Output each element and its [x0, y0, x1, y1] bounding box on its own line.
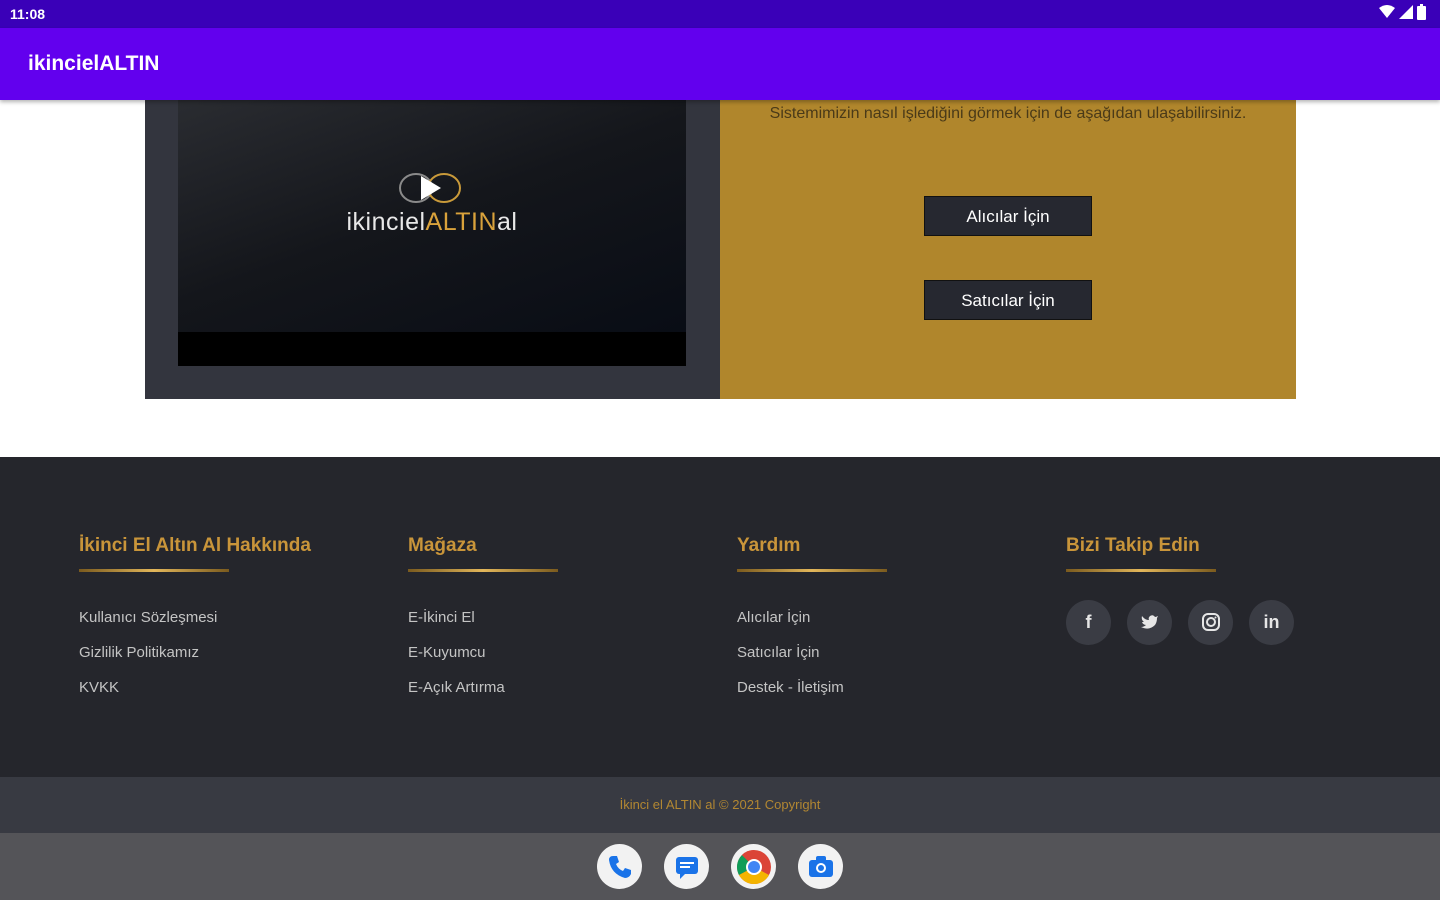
phone-icon[interactable] [597, 844, 642, 889]
footer-link-user-agreement[interactable]: Kullanıcı Sözleşmesi [79, 600, 311, 635]
footer: İkinci El Altın Al Hakkında Kullanıcı Sö… [0, 457, 1440, 777]
video-player[interactable]: ikincielALTINal [178, 100, 686, 366]
footer-link-kvkk[interactable]: KVKK [79, 670, 311, 705]
footer-about-column: İkinci El Altın Al Hakkında Kullanıcı Sö… [79, 535, 311, 705]
signal-icon [1399, 5, 1413, 19]
linkedin-icon[interactable]: in [1249, 600, 1294, 645]
video-panel: ikincielALTINal [145, 100, 720, 399]
status-time: 11:08 [10, 6, 46, 22]
footer-link-support[interactable]: Destek - İletişim [737, 670, 887, 705]
footer-follow-title: Bizi Takip Edin [1066, 535, 1200, 556]
buyers-button[interactable]: Alıcılar İçin [924, 196, 1092, 236]
footer-divider [1066, 569, 1216, 572]
footer-follow-column: Bizi Takip Edin f in [1066, 535, 1294, 645]
facebook-icon[interactable]: f [1066, 600, 1111, 645]
instagram-icon[interactable] [1188, 600, 1233, 645]
footer-help-title: Yardım [737, 535, 801, 556]
footer-link-privacy-policy[interactable]: Gizlilik Politikamız [79, 635, 311, 670]
hero-section: ikincielALTINal Sistemimizin nasıl işled… [145, 100, 1296, 399]
chrome-icon[interactable] [731, 844, 776, 889]
battery-icon [1417, 4, 1426, 20]
footer-link-e-jeweler[interactable]: E-Kuyumcu [408, 635, 558, 670]
copyright-bar: İkinci el ALTIN al © 2021 Copyright [0, 777, 1440, 833]
footer-store-column: Mağaza E-İkinci El E-Kuyumcu E-Açık Artı… [408, 535, 558, 705]
info-panel: Sistemimizin nasıl işlediğini görmek içi… [720, 100, 1296, 399]
status-bar: 11:08 [0, 0, 1440, 28]
footer-help-column: Yardım Alıcılar İçin Satıcılar İçin Dest… [737, 535, 887, 705]
footer-divider [79, 569, 229, 572]
video-controls-bar [178, 332, 686, 366]
twitter-icon[interactable] [1127, 600, 1172, 645]
camera-icon[interactable] [798, 844, 843, 889]
footer-link-e-second-hand[interactable]: E-İkinci El [408, 600, 558, 635]
footer-link-e-auction[interactable]: E-Açık Artırma [408, 670, 558, 705]
footer-divider [408, 569, 558, 572]
messages-icon[interactable] [664, 844, 709, 889]
play-icon[interactable] [390, 166, 470, 210]
system-icons [1379, 4, 1426, 20]
sellers-button[interactable]: Satıcılar İçin [924, 280, 1092, 320]
footer-link-buyers[interactable]: Alıcılar İçin [737, 600, 887, 635]
footer-about-title: İkinci El Altın Al Hakkında [79, 535, 311, 556]
app-dock [0, 833, 1440, 900]
web-content[interactable]: ikincielALTINal Sistemimizin nasıl işled… [0, 100, 1440, 833]
social-links: f in [1066, 600, 1294, 645]
video-logo: ikincielALTINal [346, 208, 518, 236]
info-text: Sistemimizin nasıl işlediğini görmek içi… [769, 105, 1247, 122]
app-title: ikincielALTIN [28, 52, 160, 75]
app-bar: ikincielALTIN [0, 28, 1440, 100]
wifi-icon [1379, 5, 1395, 18]
footer-link-sellers[interactable]: Satıcılar İçin [737, 635, 887, 670]
footer-divider [737, 569, 887, 572]
footer-store-title: Mağaza [408, 535, 477, 556]
